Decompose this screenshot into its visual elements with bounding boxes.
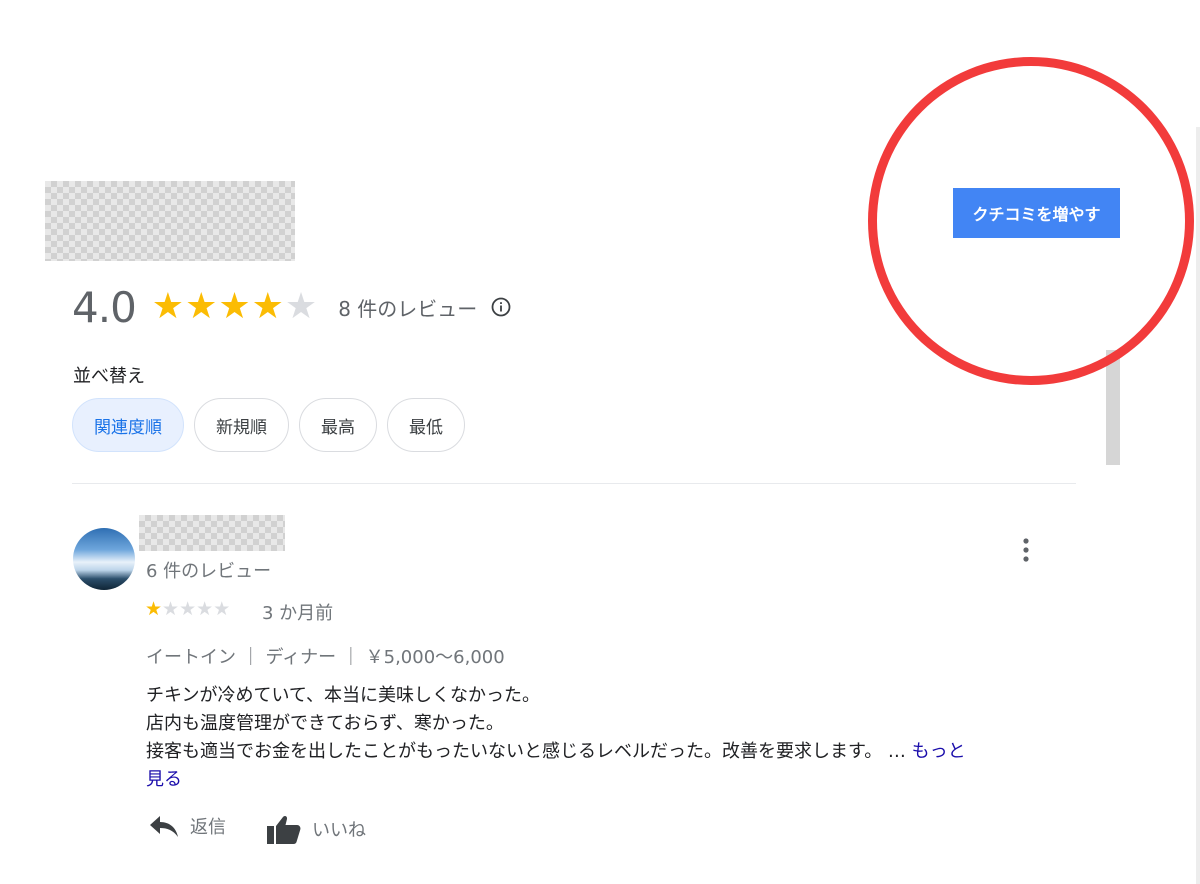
- star-icon: ★: [151, 286, 185, 327]
- star-icon: ★: [162, 598, 180, 620]
- rating-summary: 4.0 ★ ★ ★ ★ ★ 8 件のレビュー: [72, 282, 511, 332]
- info-icon[interactable]: [491, 297, 511, 317]
- page-scrollbar[interactable]: [1196, 127, 1200, 884]
- like-label: いいね: [312, 820, 366, 841]
- sort-chip-highest[interactable]: 最高: [299, 398, 377, 452]
- star-icon: ★: [213, 598, 231, 620]
- sort-chip-lowest[interactable]: 最低: [387, 398, 465, 452]
- review-meta: イートイン ｜ ディナー ｜ ￥5,000～6,000: [146, 647, 505, 668]
- star-icon: ★: [251, 286, 284, 327]
- panel-scrollbar-thumb[interactable]: [1106, 350, 1120, 465]
- reviewer-name-redacted: [139, 515, 285, 551]
- reply-label: 返信: [190, 817, 226, 838]
- rating-stars: ★ ★ ★ ★ ★: [152, 289, 318, 325]
- star-icon: ★: [284, 286, 318, 327]
- review-date: 3 か月前: [262, 603, 334, 624]
- star-icon: ★: [196, 598, 214, 620]
- sort-label: 並べ替え: [73, 366, 145, 387]
- read-more-link-cont[interactable]: 見る: [146, 766, 1076, 794]
- star-icon: ★: [145, 598, 163, 620]
- like-button[interactable]: いいね: [266, 813, 366, 845]
- reply-icon: [150, 816, 178, 837]
- business-name-redacted: [45, 181, 295, 261]
- review-count: 8 件のレビュー: [338, 296, 478, 321]
- review-text-line: 店内も温度管理ができておらず、寒かった。: [146, 713, 504, 734]
- review-text-line: チキンが冷めていて、本当に美味しくなかった。: [146, 685, 541, 706]
- sort-chip-relevance[interactable]: 関連度順: [72, 398, 184, 452]
- reviewer-review-count: 6 件のレビュー: [146, 561, 272, 582]
- star-icon: ★: [218, 286, 251, 327]
- review-text: チキンが冷めていて、本当に美味しくなかった。 店内も温度管理ができておらず、寒か…: [146, 682, 1076, 794]
- thumbs-up-icon: [267, 815, 301, 844]
- read-more-link[interactable]: もっと: [912, 741, 966, 762]
- sort-chips: 関連度順 新規順 最高 最低: [72, 398, 465, 452]
- reply-button[interactable]: 返信: [148, 813, 226, 839]
- sort-chip-newest[interactable]: 新規順: [194, 398, 289, 452]
- avatar[interactable]: [73, 528, 135, 590]
- divider: [72, 483, 1076, 484]
- star-icon: ★: [179, 598, 197, 620]
- review-stars: ★ ★ ★ ★ ★: [145, 600, 230, 619]
- get-more-reviews-button[interactable]: クチコミを増やす: [953, 188, 1120, 238]
- more-options-icon[interactable]: [1014, 536, 1038, 564]
- review-text-line-body: 接客も適当でお金を出したことがもったいないと感じるレベルだった。改善を要求します…: [146, 741, 906, 762]
- star-icon: ★: [185, 286, 218, 327]
- rating-number: 4.0: [72, 282, 137, 332]
- review-text-line: 接客も適当でお金を出したことがもったいないと感じるレベルだった。改善を要求します…: [146, 738, 1076, 766]
